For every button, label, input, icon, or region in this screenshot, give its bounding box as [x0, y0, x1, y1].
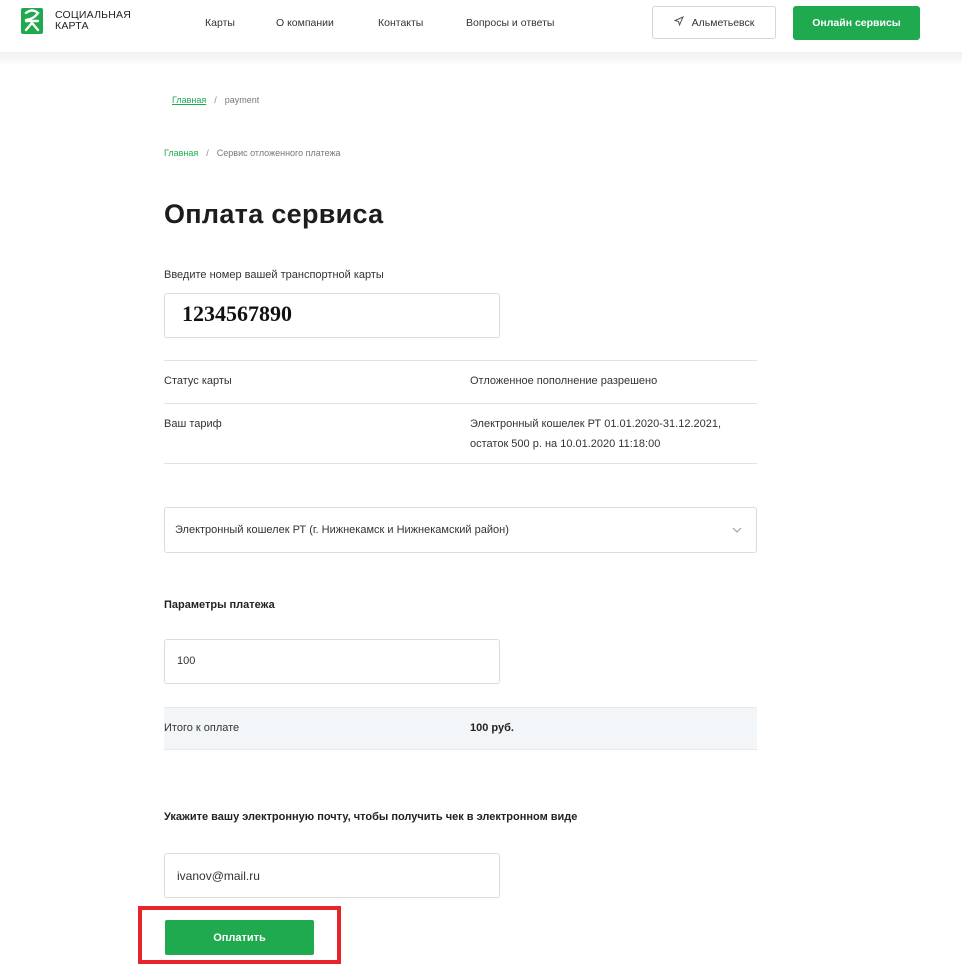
amount-value: 100 [177, 655, 196, 667]
email-field[interactable]: ivanov@mail.ru [164, 853, 500, 898]
breadcrumb-home-link[interactable]: Главная [172, 95, 206, 105]
breadcrumb-current: Сервис отложенного платежа [216, 148, 341, 158]
divider [164, 403, 757, 404]
page-title: Оплата сервиса [164, 199, 384, 229]
payment-params-heading: Параметры платежа [164, 599, 275, 611]
logo-text[interactable]: СОЦИАЛЬНАЯ КАРТА [55, 10, 131, 32]
card-status-value: Отложенное пополнение разрешено [470, 375, 658, 387]
breadcrumb-secondary: Главная / Сервис отложенного платежа [164, 148, 341, 158]
logo-line2: КАРТА [55, 20, 89, 32]
email-value: ivanov@mail.ru [177, 869, 260, 883]
card-number-input[interactable]: 1234567890 [164, 293, 500, 338]
total-value: 100 руб. [470, 722, 514, 734]
tariff-value: Электронный кошелек РТ 01.01.2020-31.12.… [470, 414, 721, 454]
logo-icon[interactable] [21, 8, 43, 34]
nav-contacts[interactable]: Контакты [378, 17, 423, 29]
email-heading: Укажите вашу электронную почту, чтобы по… [164, 811, 578, 823]
tariff-select[interactable]: Электронный кошелек РТ (г. Нижнекамск и … [164, 507, 757, 553]
location-arrow-icon [673, 16, 684, 29]
nav-faq[interactable]: Вопросы и ответы [466, 17, 554, 29]
header-divider [0, 52, 962, 66]
breadcrumb-separator: / [214, 95, 217, 105]
total-label: Итого к оплате [164, 722, 240, 734]
tariff-value-line2: остаток 500 р. на 10.01.2020 11:18:00 [470, 438, 661, 450]
tariff-value-line1: Электронный кошелек РТ 01.01.2020-31.12.… [470, 418, 722, 430]
city-label: Альметьевск [691, 16, 755, 29]
breadcrumb-home-link[interactable]: Главная [164, 148, 198, 158]
tariff-label: Ваш тариф [164, 418, 222, 430]
total-row: Итого к оплате 100 руб. [164, 707, 757, 750]
breadcrumb-current: payment [224, 95, 260, 105]
nav-about[interactable]: О компании [276, 17, 334, 29]
nav-cards[interactable]: Карты [205, 17, 235, 29]
amount-input[interactable]: 100 [164, 639, 500, 684]
online-services-button[interactable]: Онлайн сервисы [793, 6, 920, 40]
card-number-value: 1234567890 [182, 301, 292, 326]
card-status-label: Статус карты [164, 375, 232, 387]
divider [164, 463, 757, 464]
breadcrumb-separator: / [206, 148, 209, 158]
highlight-frame [138, 906, 341, 964]
card-number-label: Введите номер вашей транспортной карты [164, 269, 384, 281]
city-selector-button[interactable]: Альметьевск [652, 6, 776, 39]
chevron-down-icon [732, 524, 742, 536]
breadcrumb: Главная / payment [172, 95, 259, 105]
divider [164, 360, 757, 361]
tariff-select-value: Электронный кошелек РТ (г. Нижнекамск и … [175, 524, 509, 536]
